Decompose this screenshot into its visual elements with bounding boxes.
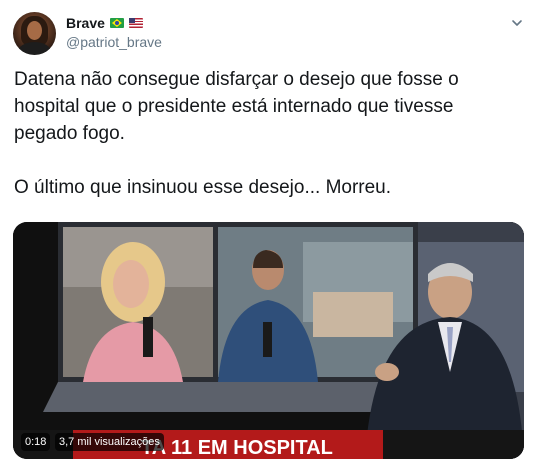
tweet-paragraph: Datena não consegue disfarçar o desejo q… (14, 69, 459, 144)
tweet-paragraph: O último que insinuou esse desejo... Mor… (14, 177, 392, 198)
avatar[interactable] (13, 12, 56, 55)
flag-brazil-icon (109, 18, 124, 28)
author-name-row: Brave (66, 15, 143, 31)
video-duration-badge: 0:18 (21, 433, 51, 451)
video-views-badge: 3,7 mil visualizações (55, 433, 164, 451)
user-handle[interactable]: @patriot_brave (66, 34, 162, 50)
chevron-down-icon[interactable] (510, 16, 524, 30)
lower-third-text: TA 11 EM HOSPITAL (141, 437, 333, 459)
flag-usa-icon (128, 18, 143, 28)
video-player[interactable]: TA 11 EM HOSPITAL (13, 222, 524, 459)
tweet-text: Datena não consegue disfarçar o desejo q… (14, 66, 519, 201)
display-name[interactable]: Brave (66, 15, 105, 31)
video-frame: TA 11 EM HOSPITAL (13, 222, 524, 459)
tweet-card[interactable]: Brave @patriot_brave Datena não consegue… (0, 0, 534, 473)
